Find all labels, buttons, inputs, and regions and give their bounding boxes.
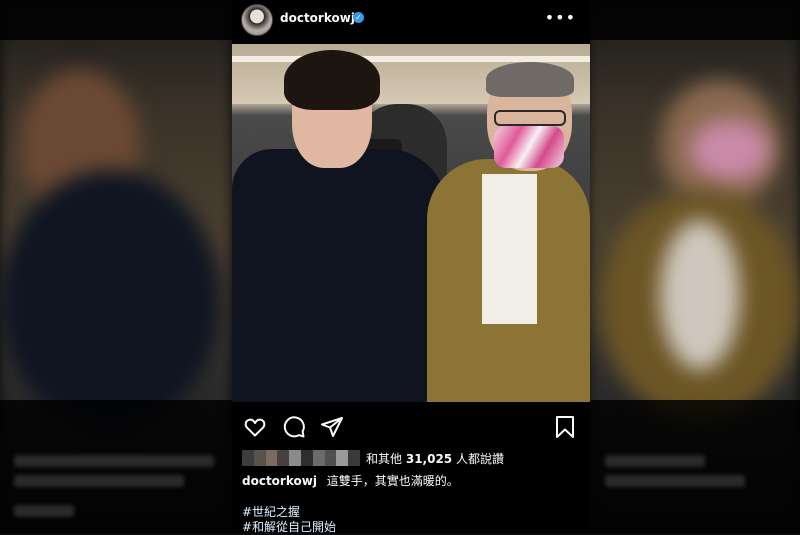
liker-avatars-pixelated	[242, 450, 360, 466]
photo-glasses	[494, 110, 566, 126]
likes-text: 和其他 31,025 人都說讚	[366, 450, 504, 467]
likes-count: 31,025	[405, 451, 453, 466]
post-caption: doctorkowj 這雙手，其實也滿暖的。	[242, 472, 459, 489]
post-username[interactable]: doctorkowj	[280, 11, 355, 25]
photo-person-left-hair	[284, 50, 380, 110]
comment-icon[interactable]	[282, 415, 306, 439]
post-header: doctorkowj ✓ •••	[232, 0, 590, 44]
bookmark-icon[interactable]	[553, 415, 577, 439]
verified-badge-icon: ✓	[353, 12, 364, 23]
likes-prefix: 和其他	[366, 451, 403, 466]
post-photo[interactable]	[232, 44, 590, 402]
blurred-row	[14, 505, 74, 517]
hashtag-link[interactable]: #和解從自己開始	[242, 518, 336, 535]
photo-person-left	[232, 149, 447, 402]
heart-icon[interactable]	[243, 415, 267, 439]
likes-line[interactable]: 和其他 31,025 人都說讚	[242, 449, 504, 467]
photo-person-right-hair	[486, 62, 574, 97]
instagram-post: doctorkowj ✓ ••• 和其他 31,025 人都說讚 doctork…	[232, 0, 590, 535]
blurred-row	[14, 455, 214, 467]
photo-face-mask	[494, 126, 564, 168]
blurred-shape	[660, 220, 740, 370]
photo-shirt	[482, 174, 537, 324]
blurred-shape	[0, 170, 220, 430]
blurred-row	[605, 455, 705, 467]
caption-text: 這雙手，其實也滿暖的。	[326, 474, 459, 488]
post-actions	[232, 404, 590, 448]
likes-suffix: 人都說讚	[455, 451, 504, 466]
photo-light-strip	[232, 56, 590, 62]
caption-username[interactable]: doctorkowj	[242, 474, 317, 488]
more-horizontal-icon[interactable]: •••	[545, 8, 576, 27]
share-icon[interactable]	[320, 415, 344, 439]
avatar[interactable]	[241, 4, 273, 36]
blurred-shape	[690, 120, 770, 180]
blurred-row	[14, 475, 184, 487]
blurred-row	[605, 475, 745, 487]
